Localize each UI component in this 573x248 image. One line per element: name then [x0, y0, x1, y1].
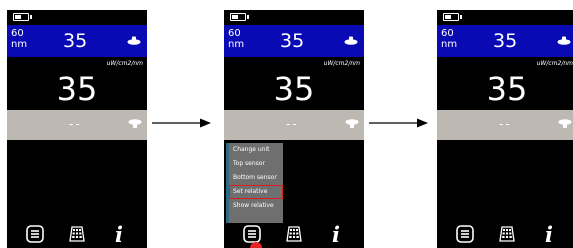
- top-sensor-bar[interactable]: 60 nm 35: [7, 25, 147, 57]
- bottom-sensor-bar[interactable]: --: [7, 110, 147, 140]
- menu-item-change-unit[interactable]: Change unit: [229, 143, 283, 157]
- keypad-icon[interactable]: [498, 225, 516, 243]
- bottom-sensor-value: --: [69, 117, 82, 131]
- sensor-icon: [127, 36, 141, 45]
- bottom-sensor-bar[interactable]: --: [437, 110, 573, 140]
- tap-indicator: [250, 242, 262, 248]
- wavelength-value: 60: [228, 28, 241, 39]
- top-sensor-value: 35: [280, 30, 305, 52]
- unit-label: uW/cm2/nm: [106, 60, 143, 67]
- wavelength-readout: 60 nm: [441, 28, 457, 50]
- wavelength-readout: 60 nm: [228, 28, 244, 50]
- unit-label: uW/cm2/nm: [323, 60, 360, 67]
- info-icon[interactable]: i: [545, 224, 553, 246]
- device-screen-1: 60 nm 35 uW/cm2/nm 35 -- i: [7, 10, 147, 248]
- menu-item-bottom-sensor[interactable]: Bottom sensor: [229, 171, 283, 185]
- bottom-sensor-value: --: [499, 117, 512, 131]
- top-sensor-bar[interactable]: 60 nm 35: [437, 25, 573, 57]
- keypad-icon[interactable]: [68, 225, 86, 243]
- top-sensor-value: 35: [63, 30, 88, 52]
- main-value: 35: [56, 70, 98, 108]
- info-icon[interactable]: i: [332, 224, 340, 246]
- menu-item-show-relative[interactable]: Show relative: [229, 199, 283, 213]
- sensor-icon: [557, 36, 571, 45]
- menu-item-top-sensor[interactable]: Top sensor: [229, 157, 283, 171]
- battery-icon: [13, 13, 32, 21]
- right-arrow-icon: [369, 118, 428, 128]
- options-menu: Change unit Top sensor Bottom sensor Set…: [226, 143, 283, 223]
- sensor-icon: [128, 119, 142, 128]
- main-value: 35: [486, 70, 528, 108]
- menu-icon[interactable]: [456, 225, 474, 243]
- battery-icon: [230, 13, 249, 21]
- battery-icon: [443, 13, 462, 21]
- wavelength-unit: nm: [11, 39, 28, 50]
- menu-item-set-relative[interactable]: Set relative: [229, 185, 283, 199]
- device-screen-3: 60 nm 35 uW/cm2/nm 35 -- i: [437, 10, 573, 248]
- top-sensor-bar[interactable]: 60 nm 35: [224, 25, 364, 57]
- wavelength-value: 60: [11, 28, 24, 39]
- unit-label: uW/cm2/nm: [536, 60, 573, 67]
- main-value: 35: [273, 70, 315, 108]
- device-screen-2: 60 nm 35 uW/cm2/nm 35 -- Change unit Top …: [224, 10, 364, 248]
- top-sensor-value: 35: [493, 30, 518, 52]
- sensor-icon: [345, 119, 359, 128]
- wavelength-unit: nm: [441, 39, 458, 50]
- bottom-sensor-bar[interactable]: --: [224, 110, 364, 140]
- right-arrow-icon: [152, 118, 211, 128]
- keypad-icon[interactable]: [285, 225, 303, 243]
- bottom-sensor-value: --: [286, 117, 299, 131]
- wavelength-value: 60: [441, 28, 454, 39]
- sensor-icon: [344, 36, 358, 45]
- menu-icon[interactable]: [243, 225, 261, 243]
- menu-icon[interactable]: [26, 225, 44, 243]
- sensor-icon: [558, 119, 572, 128]
- wavelength-readout: 60 nm: [11, 28, 27, 50]
- info-icon[interactable]: i: [115, 224, 123, 246]
- wavelength-unit: nm: [228, 39, 245, 50]
